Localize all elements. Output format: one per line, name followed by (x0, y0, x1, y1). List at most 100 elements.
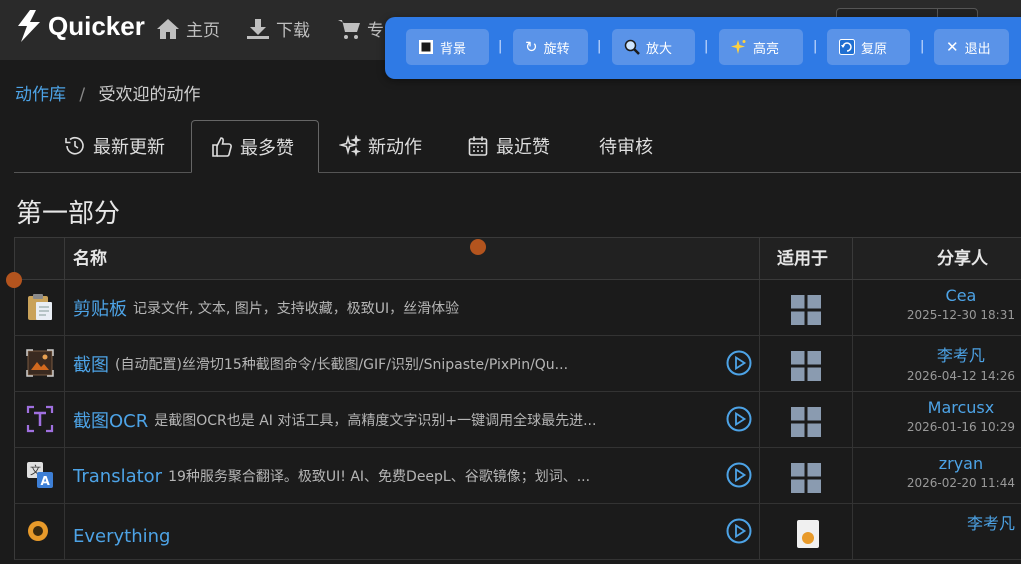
magnifier-icon (624, 39, 640, 55)
tab-recently-liked[interactable]: 最近赞 (467, 120, 550, 172)
actions-table: 名称 适用于 分享人 剪贴板 记录文件, 文本, 图片，支持收藏，极致UI，丝滑… (14, 237, 1021, 560)
sharer-cell: Cea 2025-12-30 18:31 (907, 286, 1015, 322)
windows-icon (791, 295, 821, 325)
tab-latest-updates-label: 最新更新 (93, 137, 165, 158)
action-title-link[interactable]: 截图 (73, 351, 109, 377)
exit-button[interactable]: ✕ 退出 (934, 29, 1009, 65)
thumbs-up-icon (212, 136, 232, 157)
action-title-link[interactable]: Translator (73, 466, 162, 487)
highlight-button-label: 高亮 (753, 41, 780, 57)
rotate-button[interactable]: ↻ 旋转 (513, 29, 588, 65)
sharer-cell: Marcusx 2026-01-16 10:29 (907, 398, 1015, 434)
clipboard-icon (28, 294, 52, 320)
table-row[interactable]: 剪贴板 记录文件, 文本, 图片，支持收藏，极致UI，丝滑体验 Cea 2025… (14, 280, 1021, 336)
zoom-button[interactable]: 放大 (612, 29, 695, 65)
header-applies-to[interactable]: 适用于 (777, 238, 828, 281)
action-title-link[interactable]: 剪贴板 (73, 295, 127, 321)
table-row[interactable]: 截图 (自动配置)丝滑切15种截图命令/长截图/GIF/识别/Snipaste/… (14, 336, 1021, 392)
row-name-cell: 剪贴板 记录文件, 文本, 图片，支持收藏，极致UI，丝滑体验 (73, 280, 753, 336)
play-icon[interactable] (726, 518, 752, 544)
nav-pro-label: 专 (367, 21, 384, 41)
toolbar-separator: | (813, 39, 818, 54)
shared-date: 2025-12-30 18:31 (906, 308, 1015, 322)
play-icon[interactable] (726, 406, 752, 432)
tab-most-liked[interactable]: 最多赞 (191, 120, 319, 173)
sparkle-icon (731, 40, 746, 54)
restore-button[interactable]: 复原 (827, 29, 910, 65)
header-name[interactable]: 名称 (73, 238, 107, 281)
screenshot-icon (26, 349, 54, 377)
sharer-cell: zryan 2026-02-20 11:44 (907, 454, 1015, 490)
cart-icon (338, 19, 360, 39)
shared-date: 2026-04-12 14:26 (906, 369, 1015, 383)
close-icon: ✕ (946, 38, 959, 56)
sharer-name-link[interactable]: Cea (907, 286, 1015, 305)
document-icon (797, 520, 819, 548)
rotate-button-label: 旋转 (543, 41, 570, 57)
ocr-icon (26, 405, 54, 433)
breadcrumb-separator: / (79, 85, 86, 105)
sharer-cell: 李考凡 2026-04-12 14:26 (907, 342, 1015, 383)
restore-button-label: 复原 (861, 41, 888, 57)
table-row[interactable]: 截图OCR 是截图OCR也是 AI 对话工具，高精度文字识别+一键调用全球最先进… (14, 392, 1021, 448)
restore-icon (839, 39, 855, 55)
action-description: 19种服务聚合翻译。极致UI! AI、免费DeepL、谷歌镜像；划词、... (168, 469, 591, 485)
table-header: 名称 适用于 分享人 (14, 237, 1021, 280)
exit-button-label: 退出 (964, 41, 991, 57)
sharer-name-link[interactable]: 李考凡 (907, 342, 1015, 366)
breadcrumb: 动作库 / 受欢迎的动作 (15, 80, 201, 105)
action-description: (自动配置)丝滑切15种截图命令/长截图/GIF/识别/Snipaste/Pix… (115, 357, 569, 373)
nav-download[interactable]: 下载 (246, 16, 310, 41)
tab-recently-liked-label: 最近赞 (496, 137, 550, 158)
sharer-name-link[interactable]: 李考凡 (967, 510, 1015, 534)
sharer-cell: 李考凡 (967, 510, 1015, 537)
history-icon (65, 136, 84, 155)
marker-dot (470, 239, 486, 255)
toolbar-separator: | (597, 39, 602, 54)
sharer-name-link[interactable]: Marcusx (907, 398, 1015, 417)
square-icon (419, 40, 433, 54)
tab-pending-review[interactable]: 待审核 (599, 120, 653, 172)
toolbar-separator: | (704, 39, 709, 54)
home-icon (157, 18, 179, 39)
download-icon (247, 18, 269, 39)
rotate-icon: ↻ (525, 38, 538, 56)
svg-text:A: A (41, 474, 51, 488)
row-name-cell: Everything (73, 508, 718, 564)
logo-text: Quicker (48, 10, 145, 41)
windows-icon (791, 351, 821, 381)
floating-toolbar: 背景 | ↻ 旋转 | 放大 | 高亮 | 复原 | ✕ 退出 (385, 17, 1021, 79)
tab-latest-updates[interactable]: 最新更新 (64, 120, 165, 172)
play-icon[interactable] (726, 350, 752, 376)
tab-new-actions-label: 新动作 (368, 137, 422, 158)
nav-pro[interactable]: 专 (337, 16, 384, 41)
highlight-button[interactable]: 高亮 (719, 29, 803, 65)
table-row[interactable]: 文 A Translator 19种服务聚合翻译。极致UI! AI、免费Deep… (14, 448, 1021, 504)
play-icon[interactable] (726, 462, 752, 488)
windows-icon (791, 407, 821, 437)
tab-most-liked-label: 最多赞 (240, 137, 294, 159)
marker-dot (6, 272, 22, 288)
section-title: 第一部分 (16, 199, 121, 229)
breadcrumb-current: 受欢迎的动作 (98, 85, 201, 105)
breadcrumb-root-link[interactable]: 动作库 (15, 85, 66, 105)
logo[interactable]: Quicker (16, 10, 145, 42)
shared-date: 2026-02-20 11:44 (906, 476, 1015, 490)
table-row[interactable]: Everything 李考凡 (14, 504, 1021, 560)
tab-bar: 最新更新 最多赞 新动作 最近赞 待审核 (14, 120, 1021, 173)
row-name-cell: Translator 19种服务聚合翻译。极致UI! AI、免费DeepL、谷歌… (73, 448, 718, 504)
tab-pending-review-label: 待审核 (599, 137, 653, 158)
row-name-cell: 截图 (自动配置)丝滑切15种截图命令/长截图/GIF/识别/Snipaste/… (73, 336, 718, 392)
nav-home[interactable]: 主页 (156, 16, 220, 41)
zoom-button-label: 放大 (646, 41, 673, 57)
background-button[interactable]: 背景 (406, 29, 489, 65)
header-sharer[interactable]: 分享人 (937, 238, 988, 281)
sharer-name-link[interactable]: zryan (907, 454, 1015, 473)
windows-icon (791, 463, 821, 493)
tab-new-actions[interactable]: 新动作 (339, 120, 422, 172)
toolbar-separator: | (498, 39, 503, 54)
shared-date: 2026-01-16 10:29 (906, 420, 1015, 434)
sparkles-icon (339, 135, 361, 157)
lightning-logo-icon (18, 10, 40, 42)
action-title-link[interactable]: 截图OCR (73, 407, 148, 433)
